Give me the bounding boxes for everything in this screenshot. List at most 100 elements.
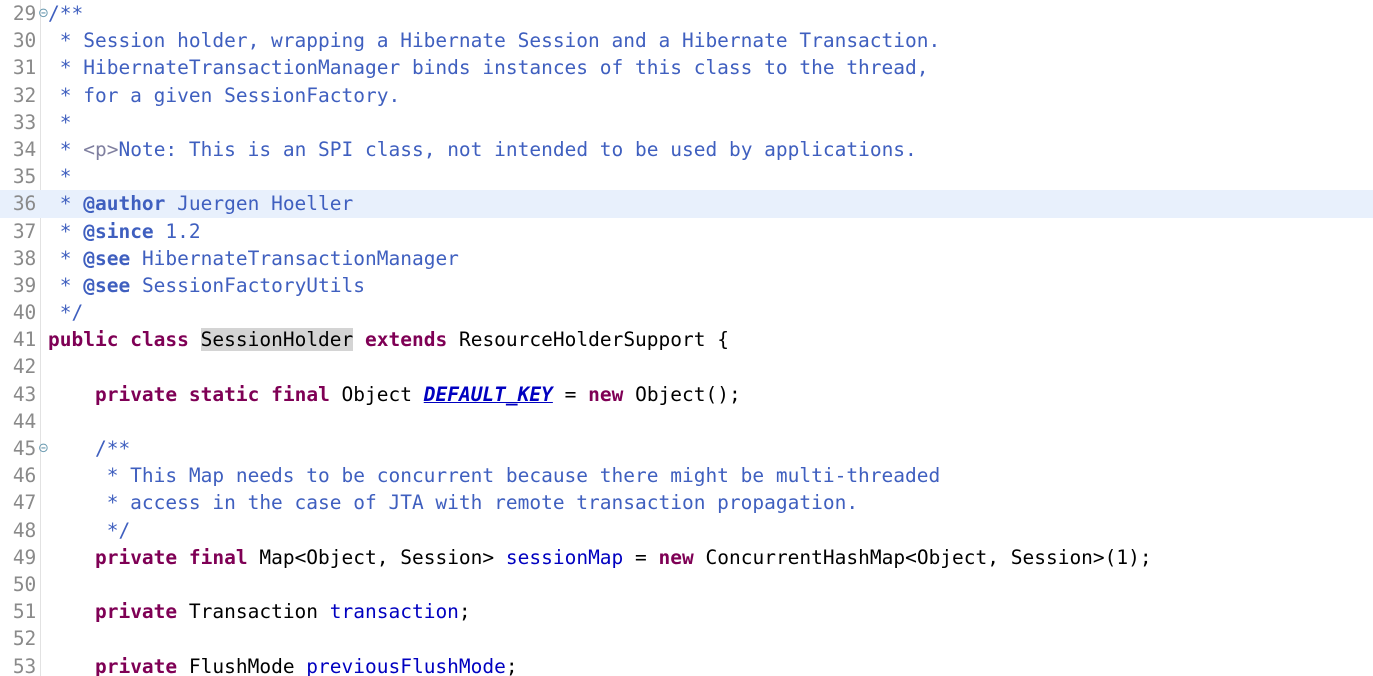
code-line[interactable]: 48 */ <box>0 517 1373 544</box>
code-line[interactable]: 36 * @author Juergen Hoeller <box>0 190 1373 218</box>
line-number: 31 <box>12 56 36 80</box>
code-line[interactable]: 32 * for a given SessionFactory. <box>0 82 1373 109</box>
code-token-kw: private <box>94 654 178 676</box>
code-token-plain: ResourceHolderSupport { <box>447 328 729 352</box>
code-line-content[interactable]: private Transaction transaction; <box>48 598 471 625</box>
code-line[interactable]: 50 <box>0 571 1373 598</box>
code-line[interactable]: 30 * Session holder, wrapping a Hibernat… <box>0 27 1373 54</box>
code-token-cmt-tag: @author <box>83 192 166 216</box>
code-line[interactable]: 53 private FlushMode previousFlushMode; <box>0 653 1373 676</box>
code-line[interactable]: 42 <box>0 353 1373 380</box>
code-token-cmt: Juergen Hoeller <box>165 192 354 216</box>
code-line-content[interactable]: * @author Juergen Hoeller <box>48 190 354 217</box>
code-line-content[interactable]: * Session holder, wrapping a Hibernate S… <box>48 27 941 54</box>
line-number: 36 <box>12 192 36 216</box>
code-token-cmt: * <box>48 192 84 216</box>
code-line-content[interactable]: /** <box>48 0 83 27</box>
code-line[interactable]: 46 * This Map needs to be concurrent bec… <box>0 462 1373 489</box>
code-line-content[interactable]: public class SessionHolder extends Resou… <box>48 326 729 353</box>
line-number: 35 <box>12 165 36 189</box>
code-token-occ: SessionHolder <box>200 328 354 352</box>
code-token-cmt: 1.2 <box>153 219 201 243</box>
line-number: 50 <box>12 572 36 596</box>
code-token-kw: public <box>48 328 119 352</box>
code-editor[interactable]: 29 ⊝/** 30 * Session holder, wrapping a Hi… <box>0 0 1373 676</box>
code-line[interactable]: 31 * HibernateTransactionManager binds i… <box>0 54 1373 81</box>
code-token-cmt: * <box>48 165 72 189</box>
line-number: 49 <box>12 545 36 569</box>
code-line[interactable]: 52 <box>0 625 1373 652</box>
line-number: 48 <box>12 518 36 542</box>
code-token-kw: class <box>130 328 189 352</box>
line-number: 45 <box>12 437 36 460</box>
code-token-cmt: */ <box>48 301 84 325</box>
code-line-content[interactable]: * for a given SessionFactory. <box>48 82 400 109</box>
code-line-content[interactable]: * <box>48 163 72 190</box>
line-number: 52 <box>12 627 36 651</box>
code-token-cmt: * <box>48 110 72 134</box>
code-line-content[interactable]: * HibernateTransactionManager binds inst… <box>48 54 929 81</box>
code-line-content[interactable]: * @see HibernateTransactionManager <box>48 245 459 272</box>
line-number: 37 <box>12 219 36 243</box>
code-token-kw: private <box>94 382 178 406</box>
code-line[interactable]: 51 private Transaction transaction; <box>0 598 1373 625</box>
code-line-content[interactable]: * @since 1.2 <box>48 218 201 245</box>
code-text-area[interactable]: 29 ⊝/** 30 * Session holder, wrapping a Hi… <box>0 0 1373 676</box>
code-token-plain: Object(); <box>623 382 741 406</box>
code-line[interactable]: 47 * access in the case of JTA with remo… <box>0 489 1373 516</box>
code-token-plain: ; <box>458 600 471 624</box>
code-token-cmt-html: <p> <box>83 137 119 161</box>
code-token-cmt-tag: @see <box>83 273 131 297</box>
code-line-content[interactable]: private static final Object DEFAULT_KEY … <box>48 381 741 408</box>
code-token-plain: Transaction <box>177 600 330 624</box>
code-line[interactable]: 35 * <box>0 163 1373 190</box>
code-line[interactable]: 41 public class SessionHolder extends Res… <box>0 326 1373 353</box>
code-line-content[interactable]: * <p>Note: This is an SPI class, not int… <box>48 136 917 163</box>
code-line-content[interactable]: * <box>48 109 72 136</box>
code-line-content[interactable]: */ <box>48 299 84 326</box>
code-token-cmt: * This Map needs to be concurrent becaus… <box>48 464 941 488</box>
code-line-content[interactable]: /** <box>48 435 130 462</box>
code-line[interactable]: 49 private final Map<Object, Session> se… <box>0 544 1373 571</box>
line-number: 30 <box>12 29 36 53</box>
code-token-cmt: * Session holder, wrapping a Hibernate S… <box>48 29 941 53</box>
code-line[interactable]: 39 * @see SessionFactoryUtils <box>0 272 1373 299</box>
line-number: 41 <box>12 328 36 352</box>
code-line[interactable]: 45 ⊝ /** <box>0 435 1373 462</box>
code-token-cmt: /** <box>48 437 131 460</box>
code-line[interactable]: 33 * <box>0 109 1373 136</box>
code-line[interactable]: 40 */ <box>0 299 1373 326</box>
code-line-content[interactable]: private final Map<Object, Session> sessi… <box>48 544 1152 571</box>
code-line[interactable]: 43 private static final Object DEFAULT_K… <box>0 381 1373 408</box>
line-number: 44 <box>12 409 36 433</box>
code-token-kw: static <box>188 382 260 406</box>
code-token-plain: Object <box>329 382 424 406</box>
code-token-fld: sessionMap <box>505 545 624 569</box>
code-token-cmt: * <box>48 219 84 243</box>
line-number: 29 <box>12 2 36 25</box>
code-token-cmt: SessionFactoryUtils <box>130 273 366 297</box>
code-token-cmt: HibernateTransactionManager <box>130 246 459 270</box>
code-line[interactable]: 44 <box>0 408 1373 435</box>
code-token-kw: final <box>188 545 248 569</box>
code-line[interactable]: 34 * <p>Note: This is an SPI class, not … <box>0 136 1373 163</box>
code-token-kw: extends <box>365 328 448 352</box>
code-line-content[interactable]: * This Map needs to be concurrent becaus… <box>48 462 941 489</box>
code-line-content[interactable]: * @see SessionFactoryUtils <box>48 272 365 299</box>
code-line-content[interactable]: */ <box>48 517 131 544</box>
code-line[interactable]: 37 * @since 1.2 <box>0 218 1373 245</box>
code-line[interactable]: 29 ⊝/** <box>0 0 1373 27</box>
line-number: 39 <box>12 273 36 297</box>
code-line[interactable]: 38 * @see HibernateTransactionManager <box>0 245 1373 272</box>
code-token-kw: new <box>588 382 624 406</box>
code-token-cmt: * <box>48 137 84 161</box>
code-token-kw: private <box>94 545 178 569</box>
code-line-content[interactable]: * access in the case of JTA with remote … <box>48 489 858 516</box>
code-line-content[interactable]: private FlushMode previousFlushMode; <box>48 653 518 676</box>
